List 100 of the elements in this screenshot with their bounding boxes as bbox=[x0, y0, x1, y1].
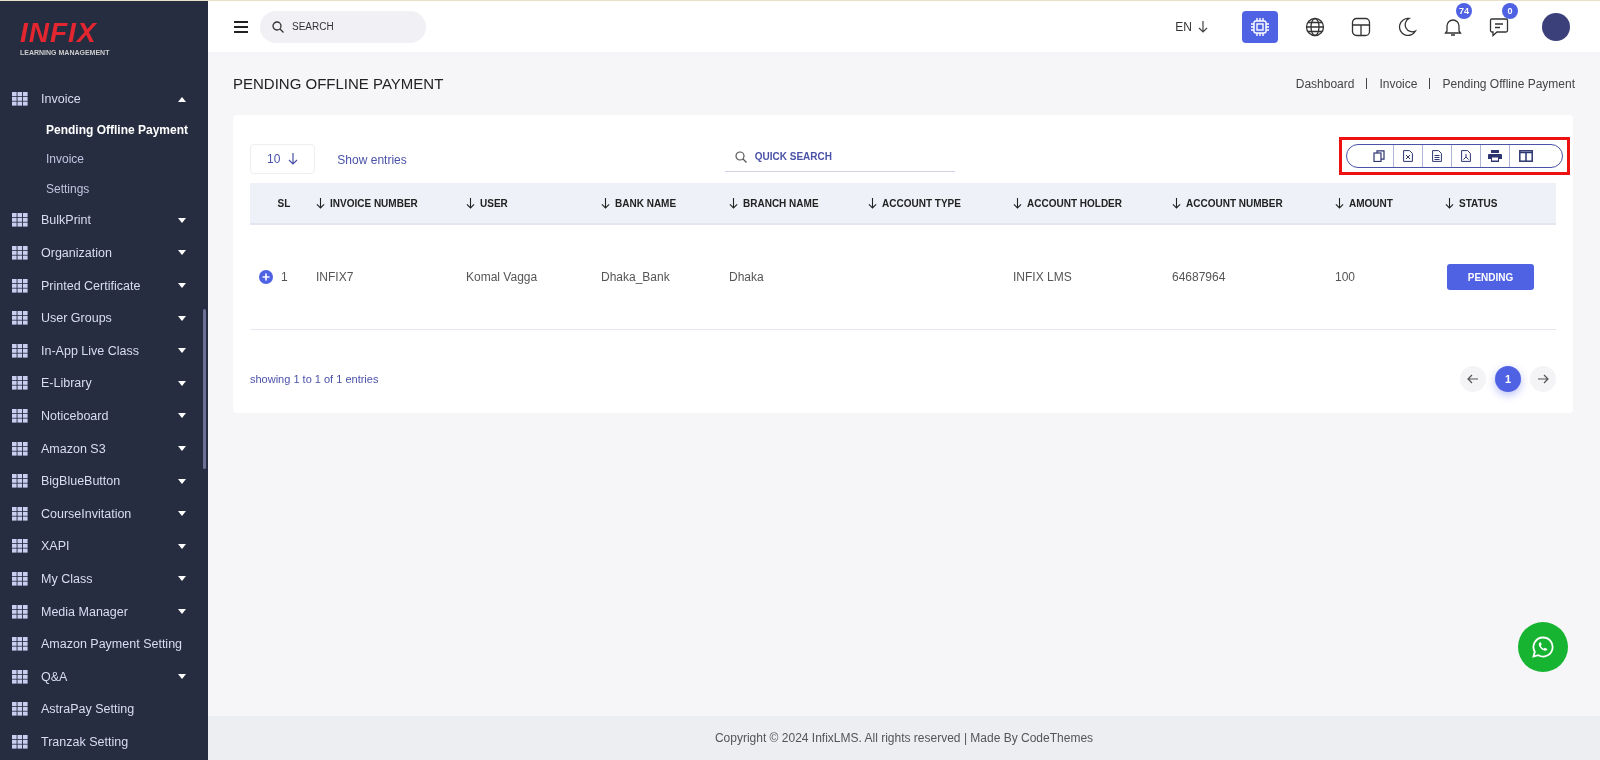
table-cell: 64687964 bbox=[1172, 270, 1226, 284]
page-size-select[interactable]: 10 bbox=[250, 144, 316, 174]
column-header[interactable]: ACCOUNT TYPE bbox=[868, 197, 1013, 209]
status-button[interactable]: PENDING bbox=[1447, 264, 1534, 290]
language-selector[interactable]: EN bbox=[1175, 19, 1208, 34]
sidebar-subitem[interactable]: Settings bbox=[0, 174, 208, 205]
breadcrumb-separator bbox=[1429, 78, 1431, 89]
phone-bubble-icon bbox=[1531, 635, 1555, 659]
caret-icon bbox=[178, 478, 186, 484]
sidebar-item[interactable]: BulkPrint bbox=[0, 204, 208, 237]
sidebar-item[interactable]: Organization bbox=[0, 236, 208, 270]
page-button[interactable]: 1 bbox=[1495, 366, 1521, 392]
table-cell: Komal Vagga bbox=[466, 270, 538, 284]
chat-icon[interactable] bbox=[1489, 16, 1509, 37]
arrow-down-icon bbox=[601, 197, 610, 209]
grid-icon bbox=[12, 702, 28, 717]
grid-icon bbox=[12, 408, 28, 423]
grid-icon bbox=[12, 637, 28, 652]
moon-icon[interactable] bbox=[1397, 16, 1417, 37]
text-file-icon bbox=[1432, 150, 1442, 162]
sidebar-item[interactable]: User Groups bbox=[0, 301, 208, 335]
breadcrumb-link[interactable]: Invoice bbox=[1379, 76, 1418, 91]
caret-icon bbox=[178, 315, 186, 321]
arrow-down-icon bbox=[288, 153, 299, 165]
grid-icon bbox=[12, 246, 28, 260]
column-header[interactable]: USER bbox=[466, 197, 601, 209]
copyright-text: Copyright © 2024 InfixLMS. All rights reserved | Made By CodeThemes bbox=[714, 731, 1094, 745]
notification-count: 74 bbox=[1456, 2, 1472, 19]
grid-icon bbox=[12, 539, 28, 554]
page-size-label: Show entries bbox=[337, 153, 407, 167]
columns-icon bbox=[1519, 150, 1533, 162]
sidebar-item[interactable]: In-App Live Class bbox=[0, 334, 208, 368]
sidebar-item[interactable]: XAPI bbox=[0, 530, 208, 563]
breadcrumb-link[interactable]: Pending Offline Payment bbox=[1442, 76, 1575, 91]
message-count: 0 bbox=[1502, 2, 1518, 19]
caret-icon bbox=[178, 380, 186, 386]
caret-icon bbox=[178, 511, 186, 517]
column-header[interactable]: BANK NAME bbox=[601, 197, 729, 209]
sidebar-item[interactable]: Invoice bbox=[0, 83, 208, 116]
column-header[interactable]: INVOICE NUMBER bbox=[316, 197, 466, 209]
caret-icon bbox=[178, 283, 186, 289]
table-cell: Dhaka bbox=[729, 270, 764, 284]
scrollbar[interactable] bbox=[203, 309, 206, 469]
menu-icon[interactable] bbox=[234, 20, 248, 33]
arrow-down-icon bbox=[1013, 197, 1022, 209]
column-header[interactable]: AMOUNT bbox=[1335, 197, 1445, 209]
grid-icon bbox=[12, 92, 28, 107]
arrow-right-icon bbox=[1537, 374, 1549, 384]
arrow-down-icon bbox=[1445, 197, 1454, 209]
caret-icon bbox=[178, 543, 186, 549]
column-header[interactable]: ACCOUNT NUMBER bbox=[1172, 197, 1335, 209]
table-cell: Dhaka_Bank bbox=[601, 270, 670, 284]
breadcrumb-separator bbox=[1366, 78, 1368, 89]
globe-icon[interactable] bbox=[1305, 16, 1325, 37]
breadcrumb-link[interactable]: Dashboard bbox=[1295, 76, 1355, 91]
sidebar-item[interactable]: BigBlueButton bbox=[0, 464, 208, 498]
sidebar-item[interactable]: E-Library bbox=[0, 367, 208, 400]
arrow-down-icon bbox=[316, 197, 325, 209]
bell-icon[interactable] bbox=[1443, 16, 1463, 37]
entries-info: showing 1 to 1 of 1 entries bbox=[250, 373, 379, 385]
grid-icon bbox=[12, 311, 28, 326]
sidebar-item[interactable]: Media Manager bbox=[0, 595, 208, 628]
grid-icon bbox=[12, 506, 28, 521]
column-header[interactable]: BRANCH NAME bbox=[729, 197, 868, 209]
caret-icon bbox=[178, 413, 186, 419]
sidebar-item[interactable]: Amazon Payment Setting bbox=[0, 627, 208, 661]
column-header[interactable]: SL bbox=[250, 197, 316, 209]
column-header[interactable]: ACCOUNT HOLDER bbox=[1013, 197, 1172, 209]
sidebar-subitem[interactable]: Pending Offline Payment bbox=[0, 115, 208, 146]
sidebar-item[interactable]: Tranzak Setting bbox=[0, 725, 208, 759]
grid-icon bbox=[12, 343, 28, 358]
sidebar-item[interactable]: AstraPay Setting bbox=[0, 693, 208, 726]
sidebar-item[interactable]: Printed Certificate bbox=[0, 269, 208, 302]
avatar[interactable] bbox=[1542, 12, 1570, 41]
grid-icon bbox=[12, 474, 28, 489]
caret-icon bbox=[178, 446, 186, 452]
table-cell: 100 bbox=[1335, 270, 1356, 284]
caret-icon bbox=[178, 96, 186, 102]
chip-button[interactable] bbox=[1242, 10, 1278, 43]
sidebar-item[interactable]: Amazon S3 bbox=[0, 432, 208, 465]
sidebar-item[interactable]: Q&A bbox=[0, 660, 208, 693]
print-icon bbox=[1488, 150, 1502, 162]
chip-icon bbox=[1250, 16, 1270, 37]
sidebar-item[interactable]: Noticeboard bbox=[0, 399, 208, 433]
caret-icon bbox=[178, 609, 186, 614]
chat-button[interactable] bbox=[1518, 622, 1568, 672]
grid-icon bbox=[12, 376, 28, 391]
spreadsheet-file-icon bbox=[1403, 150, 1413, 162]
sidebar-item[interactable]: My Class bbox=[0, 562, 208, 596]
caret-icon bbox=[178, 217, 186, 223]
layout-icon[interactable] bbox=[1351, 16, 1371, 37]
sidebar-subitem[interactable]: Invoice bbox=[0, 145, 208, 175]
search-field[interactable]: SEARCH bbox=[260, 10, 426, 43]
column-header[interactable]: STATUS bbox=[1445, 197, 1556, 209]
arrow-down-icon bbox=[1335, 197, 1344, 209]
sidebar-item[interactable]: CourseInvitation bbox=[0, 497, 208, 531]
expand-row-icon[interactable] bbox=[259, 270, 273, 284]
arrow-down-icon bbox=[729, 197, 738, 209]
caret-icon bbox=[178, 674, 186, 680]
search-icon bbox=[734, 151, 747, 163]
